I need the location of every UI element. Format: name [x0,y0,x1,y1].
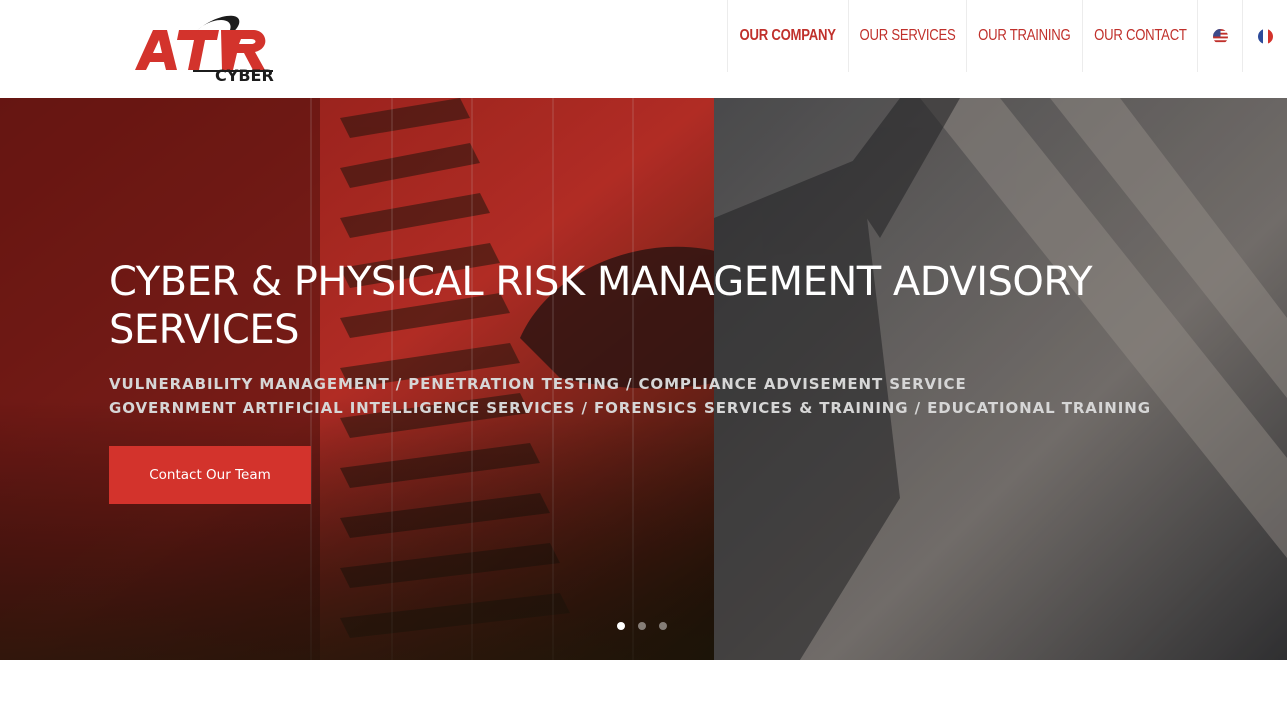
slider-dot-2[interactable] [638,622,646,630]
contact-our-team-button[interactable]: Contact Our Team [109,446,311,504]
hero-subtitle: VULNERABILITY MANAGEMENT / PENETRATION T… [109,372,1209,420]
hero-slider: CYBER & PHYSICAL RISK MANAGEMENT ADVISOR… [0,98,1287,660]
hero-content: CYBER & PHYSICAL RISK MANAGEMENT ADVISOR… [109,258,1209,420]
hero-subtitle-line1: VULNERABILITY MANAGEMENT / PENETRATION T… [109,375,967,393]
main-nav: OUR COMPANY OUR SERVICES OUR TRAINING OU… [727,0,1287,72]
language-french[interactable] [1242,0,1287,72]
france-flag-icon [1257,28,1273,44]
hero-title-line1: CYBER & PHYSICAL RISK MANAGEMENT ADVISOR… [109,259,1093,305]
nav-label: OUR COMPANY [739,27,837,44]
site-header: CYBER OUR COMPANY OUR SERVICES OUR TRAIN… [0,0,1287,98]
nav-label: OUR SERVICES [859,27,956,44]
nav-item-our-services[interactable]: OUR SERVICES [848,0,966,72]
hero-title: CYBER & PHYSICAL RISK MANAGEMENT ADVISOR… [109,258,1209,354]
hero-title-line2: SERVICES [109,307,300,353]
slider-dot-3[interactable] [659,622,667,630]
nav-label: OUR CONTACT [1093,27,1187,44]
nav-item-our-training[interactable]: OUR TRAINING [966,0,1082,72]
nav-item-our-company[interactable]: OUR COMPANY [727,0,848,72]
nav-label: OUR TRAINING [978,27,1071,44]
nav-item-our-contact[interactable]: OUR CONTACT [1082,0,1197,72]
logo-subtext: CYBER [215,66,274,85]
slider-dot-1[interactable] [617,622,625,630]
us-flag-icon [1212,28,1228,44]
hero-subtitle-line2: GOVERNMENT ARTIFICIAL INTELLIGENCE SERVI… [109,399,1151,417]
slider-dots [617,622,667,630]
language-english[interactable] [1197,0,1242,72]
